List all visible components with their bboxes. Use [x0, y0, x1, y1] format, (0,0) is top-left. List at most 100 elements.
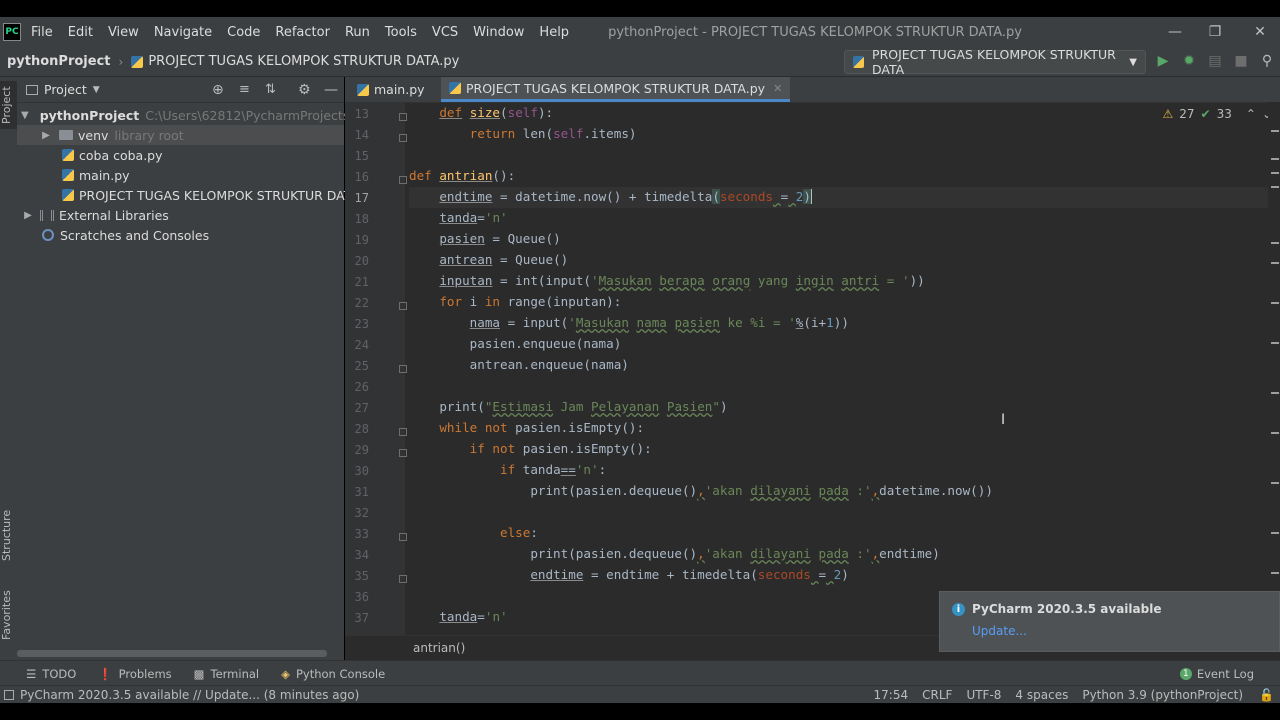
fold-marker-icon[interactable] — [399, 302, 407, 310]
error-stripe-mark[interactable] — [1271, 158, 1279, 160]
line-separator[interactable]: CRLF — [922, 688, 952, 702]
chevron-right-icon[interactable]: ▶ — [21, 210, 35, 221]
project-horizontal-scrollbar[interactable] — [17, 650, 327, 657]
menu-tools[interactable]: Tools — [385, 25, 417, 40]
fold-marker-icon[interactable] — [399, 449, 407, 457]
lock-icon[interactable]: 🔓 — [1259, 688, 1274, 702]
close-tab-icon[interactable]: ✕ — [773, 82, 782, 95]
inspection-widget[interactable]: ⚠ 27 ✔ 33 ⌃ ⌄ — [1162, 107, 1272, 121]
event-log-button[interactable]: 1 Event Log — [1179, 667, 1254, 681]
breadcrumb-file[interactable]: PROJECT TUGAS KELOMPOK STRUKTUR DATA.py — [148, 54, 459, 69]
search-icon[interactable]: ⚲ — [1258, 51, 1276, 71]
update-notification[interactable]: i PyCharm 2020.3.5 available Update... — [939, 591, 1280, 652]
side-tab-project[interactable]: Project — [0, 81, 17, 129]
menu-bar: PC File Edit View Navigate Code Refactor… — [0, 17, 1280, 47]
error-stripe-mark[interactable] — [1271, 242, 1279, 244]
fold-marker-icon[interactable] — [399, 113, 407, 121]
text-cursor-icon: I — [1001, 412, 1006, 428]
problems-button[interactable]: ❗ Problems — [98, 667, 171, 681]
menu-help[interactable]: Help — [539, 25, 569, 40]
update-link[interactable]: Update... — [972, 624, 1027, 638]
expand-all-icon[interactable]: ≡ — [239, 82, 250, 97]
chevron-right-icon[interactable]: ▶ — [39, 130, 53, 141]
minimize-icon[interactable]: — — [1155, 17, 1195, 47]
fold-marker-icon[interactable] — [399, 575, 407, 583]
tree-item-label: Scratches and Consoles — [60, 227, 210, 243]
toggle-tool-windows-icon[interactable] — [4, 690, 14, 700]
collapse-all-icon[interactable]: ⇅ — [265, 82, 276, 97]
locate-file-icon[interactable]: ⊕ — [212, 82, 224, 98]
close-icon[interactable]: ✕ — [1240, 17, 1280, 47]
fold-marker-icon[interactable] — [399, 134, 407, 142]
event-log-icon: 1 — [1179, 667, 1192, 680]
menu-view[interactable]: View — [108, 25, 139, 40]
tree-item-main[interactable]: main.py — [62, 165, 130, 185]
tree-item-external-libraries[interactable]: ▶ External Libraries — [21, 205, 169, 225]
chevron-up-icon[interactable]: ⌃ — [1246, 107, 1256, 121]
gear-icon[interactable]: ⚙ — [298, 82, 311, 98]
line-number: 23 — [354, 317, 369, 331]
line-number: 19 — [354, 233, 369, 247]
fold-marker-icon[interactable] — [399, 428, 407, 436]
line-number: 15 — [354, 149, 369, 163]
python-console-button[interactable]: ◈ Python Console — [281, 667, 385, 681]
error-stripe-mark[interactable] — [1271, 572, 1279, 574]
error-stripe-mark[interactable] — [1271, 186, 1279, 188]
side-tab-structure[interactable]: Structure — [0, 505, 17, 565]
editor-breadcrumb[interactable]: antrian() — [413, 641, 465, 655]
error-stripe-mark[interactable] — [1271, 302, 1279, 304]
error-stripe-mark[interactable] — [1271, 262, 1279, 264]
error-stripe-mark[interactable] — [1271, 172, 1279, 174]
breadcrumb-project[interactable]: pythonProject — [7, 54, 111, 69]
side-tab-favorites[interactable]: Favorites — [0, 585, 17, 645]
menu-vcs[interactable]: VCS — [432, 25, 458, 40]
menu-edit[interactable]: Edit — [68, 25, 93, 40]
chevron-down-icon[interactable]: ▼ — [21, 110, 29, 121]
fold-marker-icon[interactable] — [399, 176, 407, 184]
project-panel-title[interactable]: Project — [44, 82, 87, 97]
python-interpreter[interactable]: Python 3.9 (pythonProject) — [1082, 688, 1243, 702]
stop-icon[interactable]: ■ — [1232, 51, 1250, 71]
menu-window[interactable]: Window — [473, 25, 524, 40]
caret-position[interactable]: 17:54 — [874, 688, 909, 702]
tab-main-py[interactable]: main.py — [349, 77, 433, 102]
coverage-icon[interactable]: ▤ — [1206, 51, 1224, 71]
menu-navigate[interactable]: Navigate — [154, 25, 212, 40]
error-stripe-mark[interactable] — [1271, 532, 1279, 534]
error-stripe-mark[interactable] — [1271, 130, 1279, 132]
run-configuration-select[interactable]: PROJECT TUGAS KELOMPOK STRUKTUR DATA ▼ — [844, 47, 1146, 77]
menu-code[interactable]: Code — [227, 25, 260, 40]
menu-file[interactable]: File — [31, 25, 53, 40]
status-message[interactable]: PyCharm 2020.3.5 available // Update... … — [20, 688, 359, 702]
tree-item-venv[interactable]: ▶ venv library root — [17, 125, 344, 145]
tree-item-scratches[interactable]: Scratches and Consoles — [42, 225, 209, 245]
tree-item-pythonproject[interactable]: ▼ pythonProject C:\Users\62812\PycharmPr… — [17, 105, 374, 125]
fold-marker-icon[interactable] — [399, 533, 407, 541]
run-icon[interactable]: ▶ — [1154, 51, 1172, 71]
line-number: 21 — [354, 275, 369, 289]
menu-run[interactable]: Run — [345, 25, 370, 40]
indent-setting[interactable]: 4 spaces — [1015, 688, 1068, 702]
terminal-button[interactable]: ▩ Terminal — [194, 667, 259, 681]
error-stripe-mark[interactable] — [1271, 392, 1279, 394]
editor-vertical-scrollbar[interactable] — [1268, 102, 1280, 635]
tree-item-coba-coba[interactable]: coba coba.py — [62, 145, 163, 165]
todo-button[interactable]: ☰ TODO — [26, 667, 76, 681]
error-stripe-mark[interactable] — [1271, 342, 1279, 344]
tree-item-project-file[interactable]: PROJECT TUGAS KELOMPOK STRUKTUR DATA.py — [62, 185, 378, 205]
code-line-29: if not pasien.isEmpty(): — [469, 441, 652, 456]
warning-count: 27 — [1179, 107, 1195, 121]
tab-project-file[interactable]: PROJECT TUGAS KELOMPOK STRUKTUR DATA.py … — [441, 77, 791, 102]
debug-icon[interactable]: ✹ — [1180, 51, 1198, 71]
file-encoding[interactable]: UTF-8 — [966, 688, 1001, 702]
fold-marker-icon[interactable] — [399, 365, 407, 373]
code-area[interactable]: def size(self): return len(self.items) d… — [409, 102, 1280, 635]
chevron-down-icon[interactable]: ▼ — [93, 85, 100, 95]
line-number: 16 — [354, 170, 369, 184]
maximize-icon[interactable]: ❐ — [1195, 17, 1235, 47]
error-stripe-mark[interactable] — [1271, 482, 1279, 484]
hide-panel-icon[interactable]: — — [324, 82, 338, 98]
error-stripe-mark[interactable] — [1271, 432, 1279, 434]
menu-refactor[interactable]: Refactor — [275, 25, 330, 40]
list-icon: ☰ — [26, 666, 37, 681]
